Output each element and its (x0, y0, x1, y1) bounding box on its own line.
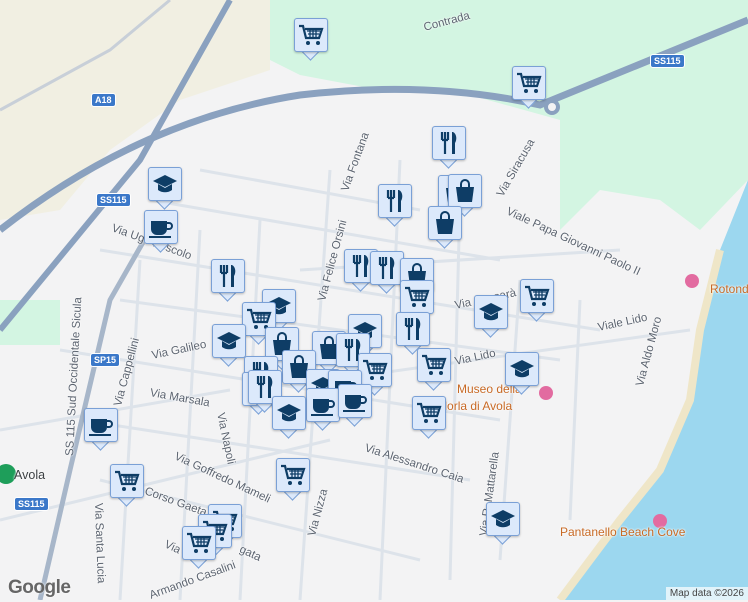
map-attribution[interactable]: Map data ©2026 (665, 587, 748, 600)
map-marker[interactable] (211, 259, 245, 302)
map-marker[interactable] (338, 384, 372, 427)
restaurant-icon (386, 190, 403, 212)
roundabout (544, 99, 560, 115)
cart-icon (363, 359, 388, 380)
map-marker[interactable] (520, 279, 554, 322)
cafe-icon (149, 221, 173, 238)
cart-icon (115, 470, 140, 491)
route-shield: SS115 (96, 193, 131, 207)
map-marker[interactable] (432, 126, 466, 169)
school-icon (153, 175, 177, 193)
place-label[interactable]: Avola (14, 468, 45, 482)
map-marker[interactable] (294, 18, 328, 61)
map-marker[interactable] (370, 251, 404, 294)
cart-icon (417, 402, 442, 423)
cart-icon (281, 464, 306, 485)
shopping-bag-icon (436, 211, 454, 234)
map-marker[interactable] (417, 348, 451, 391)
cart-icon (405, 286, 430, 307)
school-icon (217, 332, 241, 350)
cart-icon (187, 532, 212, 553)
school-icon (491, 510, 515, 528)
restaurant-icon (219, 265, 236, 287)
restaurant-icon (378, 257, 395, 279)
map-marker[interactable] (474, 295, 508, 338)
museum-icon (539, 386, 553, 400)
restaurant-icon (440, 132, 457, 154)
map-marker[interactable] (412, 396, 446, 439)
route-shield: SS115 (14, 497, 49, 511)
map-marker[interactable] (212, 324, 246, 367)
poi-label[interactable]: Rotonda (710, 282, 748, 296)
route-shield: SS115 (650, 54, 685, 68)
attraction-icon (685, 274, 699, 288)
map-marker[interactable] (276, 458, 310, 501)
map-canvas[interactable] (0, 0, 748, 600)
map-marker[interactable] (306, 388, 340, 431)
google-logo: Google (8, 577, 71, 598)
map-marker[interactable] (182, 526, 216, 569)
map-marker[interactable] (148, 167, 182, 210)
cart-icon (525, 285, 550, 306)
cart-icon (422, 354, 447, 375)
map-marker[interactable] (428, 206, 462, 249)
cafe-icon (343, 395, 367, 412)
cart-icon (299, 24, 324, 45)
map-marker[interactable] (505, 352, 539, 395)
map-marker[interactable] (144, 210, 178, 253)
cafe-icon (89, 419, 113, 436)
map-marker[interactable] (110, 464, 144, 507)
poi-label[interactable]: Pantanello Beach Cove (560, 525, 685, 539)
route-shield: SP15 (90, 353, 121, 367)
map-marker[interactable] (84, 408, 118, 451)
map-marker[interactable] (486, 502, 520, 545)
map-marker[interactable] (378, 184, 412, 227)
route-shield: A18 (91, 93, 116, 107)
school-icon (510, 360, 534, 378)
map-marker[interactable] (512, 66, 546, 109)
shopping-bag-icon (456, 179, 474, 202)
cafe-icon (311, 399, 335, 416)
school-icon (277, 404, 301, 422)
restaurant-icon (404, 318, 421, 340)
school-icon (479, 303, 503, 321)
map-marker[interactable] (272, 396, 306, 439)
cart-icon (517, 72, 542, 93)
